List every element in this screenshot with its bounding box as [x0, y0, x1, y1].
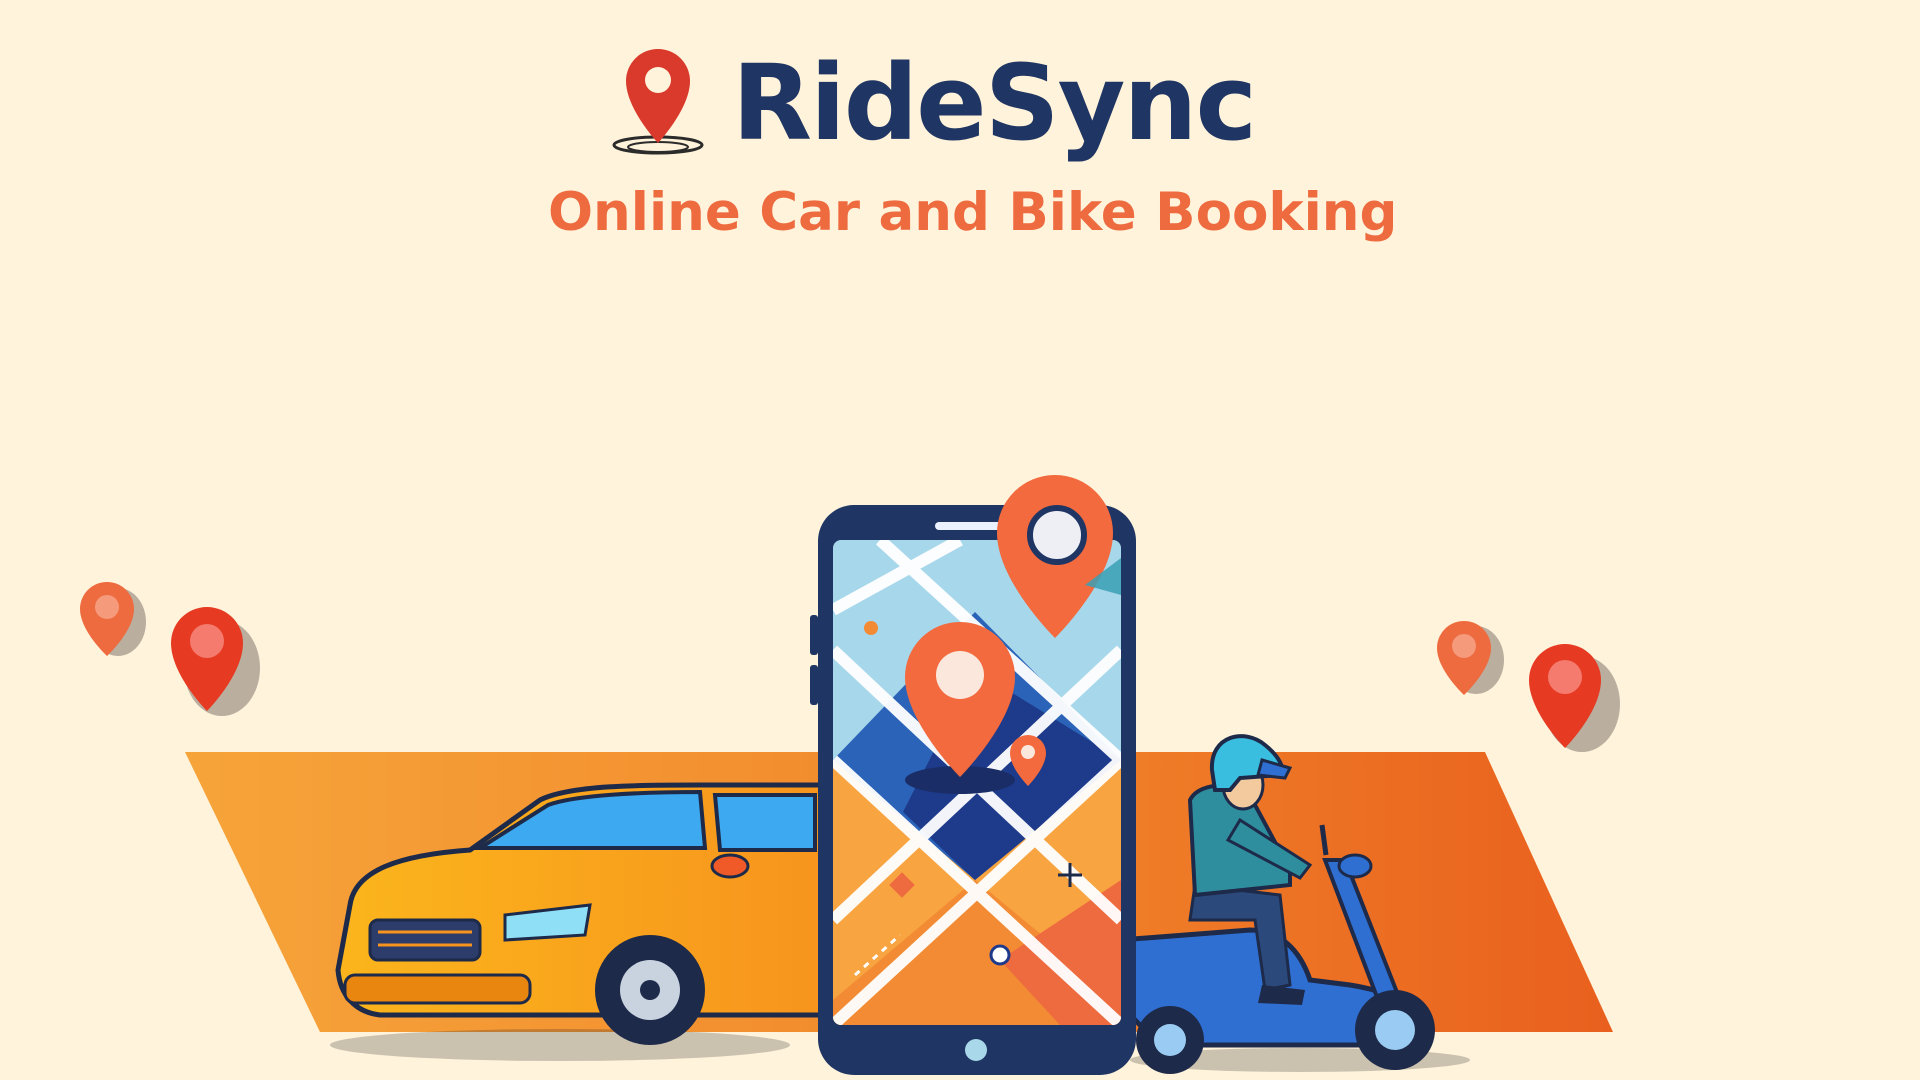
brand-logo: RideSync	[610, 38, 1257, 168]
brand-name: RideSync	[732, 42, 1257, 164]
location-pin-icon	[612, 49, 704, 155]
map-pin-icon	[171, 607, 260, 716]
page-tagline: Online Car and Bike Booking	[548, 182, 1398, 243]
map-pin-icon	[1437, 621, 1504, 695]
map-pin-icon	[80, 582, 146, 656]
map-pin-icon	[1529, 644, 1620, 752]
smartphone-map-icon	[810, 475, 1136, 1075]
hero-banner: RideSync Online Car and Bike Booking	[0, 0, 1920, 1080]
